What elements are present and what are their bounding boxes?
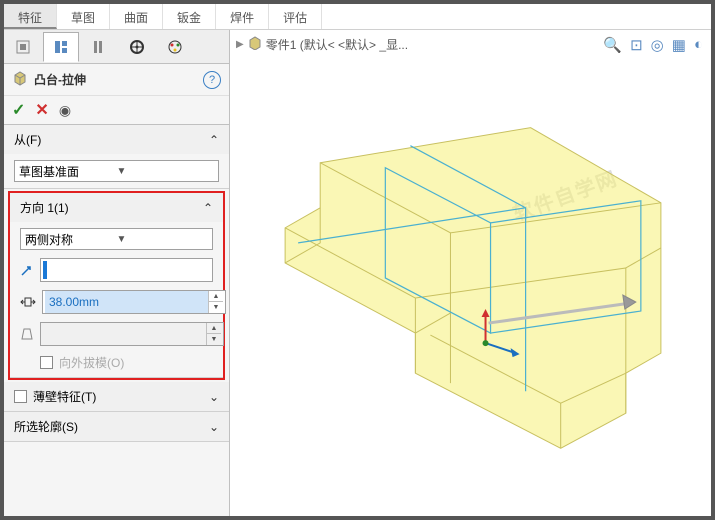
orient-icon[interactable]: ◎ xyxy=(651,36,664,54)
step-up[interactable]: ▲ xyxy=(209,291,223,302)
section-contours: 所选轮廓(S) ⌄ xyxy=(4,412,229,442)
tab-sheetmetal[interactable]: 钣金 xyxy=(163,4,216,29)
chevron-down-icon: ⌄ xyxy=(209,390,219,404)
breadcrumb[interactable]: ▶ 零件1 (默认< <默认> _显... xyxy=(236,36,408,53)
action-row: ✓ ✕ ◉ xyxy=(4,95,229,125)
end-condition-dropdown[interactable]: 两侧对称 ▼ xyxy=(20,228,213,250)
depth-field[interactable]: ▲▼ xyxy=(42,290,226,314)
chevron-down-icon: ▼ xyxy=(117,234,209,245)
viewport[interactable]: ▶ 零件1 (默认< <默认> _显... 🔍 ⊡ ◎ ▦ ◐ 软件自学网 xyxy=(230,30,711,516)
preview-icon[interactable]: ◉ xyxy=(59,102,71,119)
panel-tab-appearance[interactable] xyxy=(157,32,193,62)
tab-surface[interactable]: 曲面 xyxy=(110,4,163,29)
tab-sketch[interactable]: 草图 xyxy=(57,4,110,29)
chevron-up-icon: ⌃ xyxy=(209,133,219,147)
section-from: 从(F) ⌃ 草图基准面 ▼ xyxy=(4,125,229,189)
section-contours-header[interactable]: 所选轮廓(S) ⌄ xyxy=(4,412,229,441)
display-icon[interactable]: ▦ xyxy=(672,36,686,54)
reverse-direction-icon[interactable] xyxy=(20,263,34,277)
chevron-down-icon: ⌄ xyxy=(209,420,219,434)
panel-tab-tree[interactable] xyxy=(5,32,41,62)
panel-tab-config[interactable] xyxy=(81,32,117,62)
tab-feature[interactable]: 特征 xyxy=(4,4,57,29)
section-dir1-header[interactable]: 方向 1(1) ⌃ xyxy=(10,193,223,222)
end-condition-value: 两侧对称 xyxy=(25,231,117,248)
cancel-button[interactable]: ✕ xyxy=(35,100,48,120)
zoom-icon[interactable]: 🔍 xyxy=(603,36,622,54)
feature-title: 凸台-拉伸 xyxy=(34,71,86,88)
depth-stepper[interactable]: ▲▼ xyxy=(208,291,223,313)
panel-tab-property[interactable] xyxy=(43,32,79,62)
chevron-up-icon: ⌃ xyxy=(203,201,213,215)
section-thin: 薄壁特征(T) ⌄ xyxy=(4,382,229,412)
thin-checkbox[interactable] xyxy=(14,390,27,403)
depth-input[interactable] xyxy=(45,291,208,313)
from-plane-dropdown[interactable]: 草图基准面 ▼ xyxy=(14,160,219,182)
section-contours-title: 所选轮廓(S) xyxy=(14,418,78,435)
step-down[interactable]: ▼ xyxy=(209,302,223,313)
section-from-header[interactable]: 从(F) ⌃ xyxy=(4,125,229,154)
feature-header: 凸台-拉伸 ? xyxy=(4,64,229,95)
draft-stepper: ▲▼ xyxy=(206,323,221,345)
draft-input xyxy=(43,323,206,345)
expand-icon[interactable]: ▶ xyxy=(236,39,244,50)
section-thin-title: 薄壁特征(T) xyxy=(33,388,96,405)
ok-button[interactable]: ✓ xyxy=(12,100,25,120)
view-toolbar: 🔍 ⊡ ◎ ▦ ◐ xyxy=(603,36,703,54)
draft-outward-checkbox[interactable] xyxy=(40,356,53,369)
scene-icon[interactable]: ◐ xyxy=(694,36,703,54)
direction-field[interactable] xyxy=(40,258,213,282)
tab-evaluate[interactable]: 评估 xyxy=(269,4,322,29)
property-panel: 凸台-拉伸 ? ✓ ✕ ◉ 从(F) ⌃ 草图基准面 ▼ xyxy=(4,30,230,516)
fit-icon[interactable]: ⊡ xyxy=(630,36,643,54)
section-direction1: 方向 1(1) ⌃ 两侧对称 ▼ xyxy=(10,193,223,378)
section-from-title: 从(F) xyxy=(14,131,41,148)
from-plane-value: 草图基准面 xyxy=(19,163,117,180)
section-thin-header[interactable]: 薄壁特征(T) ⌄ xyxy=(4,382,229,411)
extrude-icon xyxy=(12,70,28,89)
direction-input[interactable] xyxy=(47,259,210,281)
panel-tabs xyxy=(4,30,229,64)
draft-field: ▲▼ xyxy=(40,322,224,346)
model-3d xyxy=(230,70,711,516)
help-icon[interactable]: ? xyxy=(203,71,221,89)
draft-outward-label: 向外拔模(O) xyxy=(59,354,124,371)
breadcrumb-label: 零件1 (默认< <默认> _显... xyxy=(266,36,408,53)
chevron-down-icon: ▼ xyxy=(117,166,215,177)
depth-icon[interactable] xyxy=(20,295,36,309)
ribbon-tabs: 特征 草图 曲面 钣金 焊件 评估 xyxy=(4,4,711,30)
panel-tab-dim[interactable] xyxy=(119,32,155,62)
draft-icon[interactable] xyxy=(20,327,34,341)
section-dir1-title: 方向 1(1) xyxy=(20,199,69,216)
tab-weldment[interactable]: 焊件 xyxy=(216,4,269,29)
part-icon xyxy=(248,36,262,53)
